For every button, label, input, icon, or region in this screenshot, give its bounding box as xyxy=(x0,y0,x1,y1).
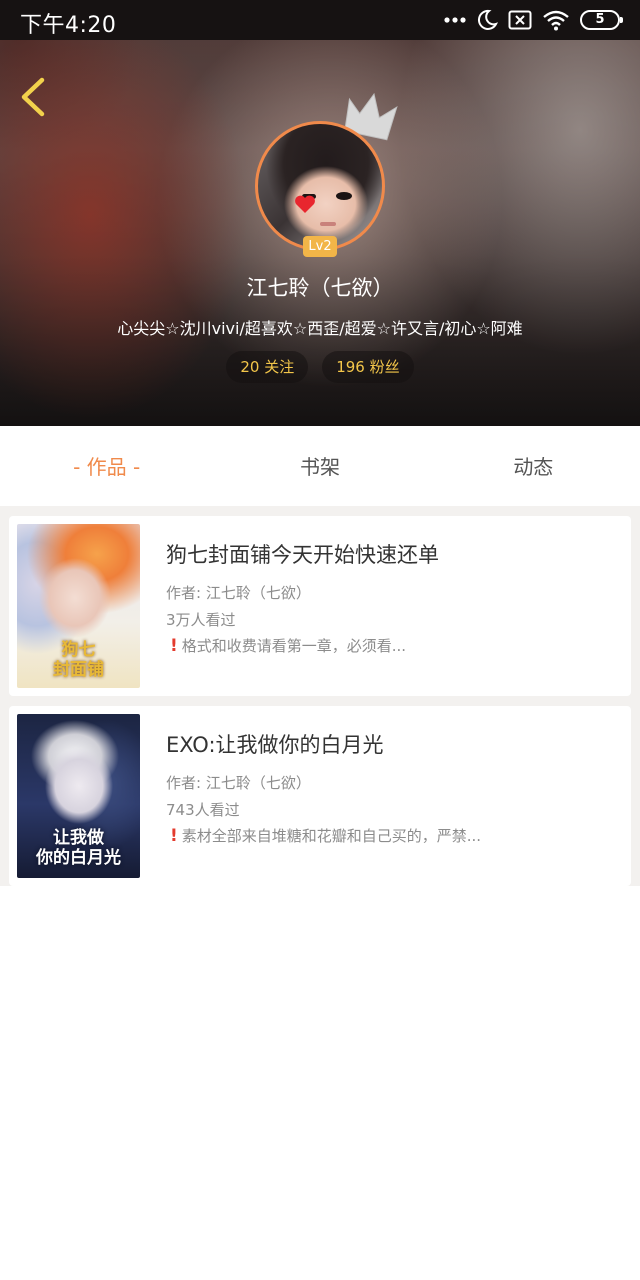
book-cover: 让我做 你的白月光 xyxy=(17,714,140,878)
battery-icon: 5 xyxy=(580,10,623,30)
stats-row: 20 关注 196 粉丝 xyxy=(0,351,640,383)
avatar[interactable] xyxy=(255,121,385,251)
book-author: 作者: 江七聆（七欲） xyxy=(166,584,311,602)
user-name: 江七聆（七欲） xyxy=(246,276,394,300)
avatar-eye-right xyxy=(336,192,352,200)
tab-bar: - 作品 - 书架 动态 xyxy=(0,426,640,506)
empty-area xyxy=(0,886,640,1280)
tab-bookshelf[interactable]: 书架 xyxy=(213,426,426,506)
sim-x-icon xyxy=(508,10,532,30)
avatar-mouth xyxy=(320,222,336,226)
exclamation-icon: ! xyxy=(170,635,178,656)
more-dots-icon xyxy=(444,16,466,24)
book-desc-row: ! 格式和收费请看第一章，必须看... xyxy=(166,635,406,656)
book-views: 743人看过 xyxy=(166,801,240,819)
book-title: 狗七封面铺今天开始快速还单 xyxy=(166,543,439,567)
cover-title: 狗七 封面铺 xyxy=(53,640,104,680)
book-cover: 狗七 封面铺 xyxy=(17,524,140,688)
book-desc: 格式和收费请看第一章，必须看... xyxy=(181,637,407,655)
book-title: EXO:让我做你的白月光 xyxy=(166,733,384,757)
tab-activity[interactable]: 动态 xyxy=(427,426,640,506)
chevron-left-icon xyxy=(14,77,54,124)
fans-count[interactable]: 196 粉丝 xyxy=(322,351,414,383)
heart-icon xyxy=(294,194,316,218)
level-badge: Lv2 xyxy=(303,236,337,257)
list-item[interactable]: 狗七 封面铺 狗七封面铺今天开始快速还单 作者: 江七聆（七欲） 3万人看过 !… xyxy=(9,516,631,696)
tab-works[interactable]: - 作品 - xyxy=(0,426,213,506)
user-bio: 心尖尖☆沈川vivi/超喜欢☆西歪/超爱☆许又言/初心☆阿难 xyxy=(117,319,523,338)
wifi-icon xyxy=(542,9,570,31)
book-author: 作者: 江七聆（七欲） xyxy=(166,774,311,792)
book-desc-row: ! 素材全部来自堆糖和花瓣和自己买的，严禁... xyxy=(166,825,481,846)
book-views: 3万人看过 xyxy=(166,611,236,629)
status-time: 下午4:20 xyxy=(20,13,117,38)
list-item[interactable]: 让我做 你的白月光 EXO:让我做你的白月光 作者: 江七聆（七欲） 743人看… xyxy=(9,706,631,886)
book-list: 狗七 封面铺 狗七封面铺今天开始快速还单 作者: 江七聆（七欲） 3万人看过 !… xyxy=(0,506,640,886)
book-desc: 素材全部来自堆糖和花瓣和自己买的，严禁... xyxy=(181,827,482,845)
profile-header: 下午4:20 5 Lv2 江七聆（七欲） 心尖尖☆沈川vivi/超喜欢☆西歪/超… xyxy=(0,0,640,426)
status-bar: 下午4:20 5 xyxy=(0,0,640,40)
status-icons: 5 xyxy=(444,6,623,34)
moon-icon xyxy=(476,9,498,31)
back-button[interactable] xyxy=(14,74,54,120)
exclamation-icon: ! xyxy=(170,825,178,846)
cover-title: 让我做 你的白月光 xyxy=(36,828,121,868)
follow-count[interactable]: 20 关注 xyxy=(226,351,309,383)
